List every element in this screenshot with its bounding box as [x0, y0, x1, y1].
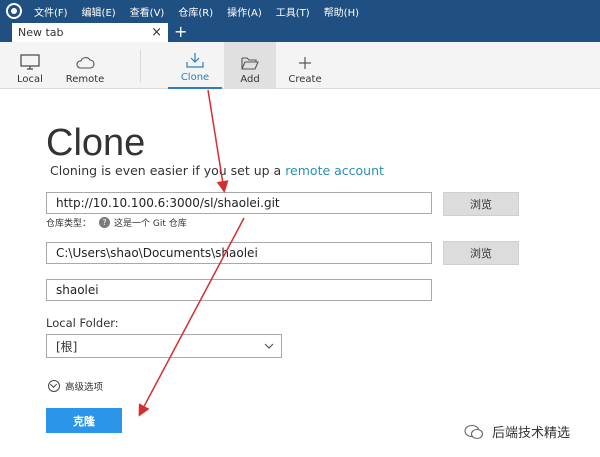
repo-type-value: 这是一个 Git 仓库 [114, 219, 187, 229]
toolbar-divider [140, 50, 141, 82]
tab-new-tab[interactable]: New tab × [12, 23, 168, 42]
bookmark-name-input[interactable]: shaolei [46, 279, 432, 301]
watermark: 后端技术精选 [464, 422, 570, 441]
expand-chevron-icon [48, 380, 60, 392]
create-tool-button[interactable]: Create [280, 42, 330, 89]
toolbar: Local Remote Clone Add Create [0, 42, 600, 89]
menu-actions[interactable]: 操作(A) [227, 4, 262, 19]
tab-label: New tab [18, 26, 64, 39]
menu-view[interactable]: 查看(V) [130, 4, 165, 19]
source-url-input[interactable]: http://10.10.100.6:3000/sl/shaolei.git [46, 192, 432, 214]
local-button[interactable]: Local [6, 42, 54, 89]
watermark-text: 后端技术精选 [492, 426, 571, 441]
menu-help[interactable]: 帮助(H) [324, 4, 359, 19]
local-label: Local [17, 74, 43, 85]
remote-account-link[interactable]: remote account [285, 163, 384, 178]
browse-source-button[interactable]: 浏览 [443, 192, 519, 216]
local-folder-value: [根] [56, 339, 78, 354]
menu-file[interactable]: 文件(F) [34, 4, 68, 19]
download-tray-icon [186, 53, 204, 68]
remote-label: Remote [65, 74, 105, 85]
subtitle: Cloning is even easier if you set up a r… [50, 163, 384, 178]
chat-bubble-icon [464, 424, 484, 439]
menu-tools[interactable]: 工具(T) [276, 4, 310, 19]
remote-button[interactable]: Remote [60, 42, 110, 89]
clone-tool-label: Clone [180, 72, 210, 83]
folder-open-icon [241, 57, 259, 70]
tab-strip: New tab × + [0, 22, 600, 42]
local-folder-select[interactable]: [根] [46, 334, 282, 358]
cloud-icon [76, 57, 95, 69]
local-folder-label: Local Folder: [46, 316, 119, 330]
advanced-options-toggle[interactable]: 高级选项 [48, 379, 103, 393]
help-icon[interactable]: ? [99, 217, 111, 228]
menu-bar: 文件(F) 编辑(E) 查看(V) 仓库(R) 操作(A) 工具(T) 帮助(H… [0, 0, 600, 22]
clone-button[interactable]: 克隆 [46, 408, 122, 433]
clone-tool-button[interactable]: Clone [168, 42, 222, 89]
subtitle-text: Cloning is even easier if you set up a [50, 163, 286, 178]
create-tool-label: Create [288, 74, 322, 85]
repo-type-row: 仓库类型： ? 这是一个 Git 仓库 [46, 216, 187, 229]
menu-edit[interactable]: 编辑(E) [82, 4, 116, 19]
monitor-icon [20, 54, 40, 70]
browse-destination-button[interactable]: 浏览 [443, 241, 519, 265]
menu-repository[interactable]: 仓库(R) [178, 4, 213, 19]
repo-type-label: 仓库类型： [46, 219, 92, 229]
destination-path-input[interactable]: C:\Users\shao\Documents\shaolei [46, 242, 432, 264]
advanced-options-label: 高级选项 [65, 382, 104, 393]
chevron-down-icon [264, 343, 274, 349]
add-tool-button[interactable]: Add [224, 42, 276, 89]
plus-icon [299, 57, 311, 69]
add-tab-icon[interactable]: + [174, 22, 187, 42]
close-icon[interactable]: × [151, 24, 162, 41]
add-tool-label: Add [240, 74, 260, 85]
app-logo-icon [6, 3, 22, 19]
page-title: Clone [46, 122, 146, 164]
